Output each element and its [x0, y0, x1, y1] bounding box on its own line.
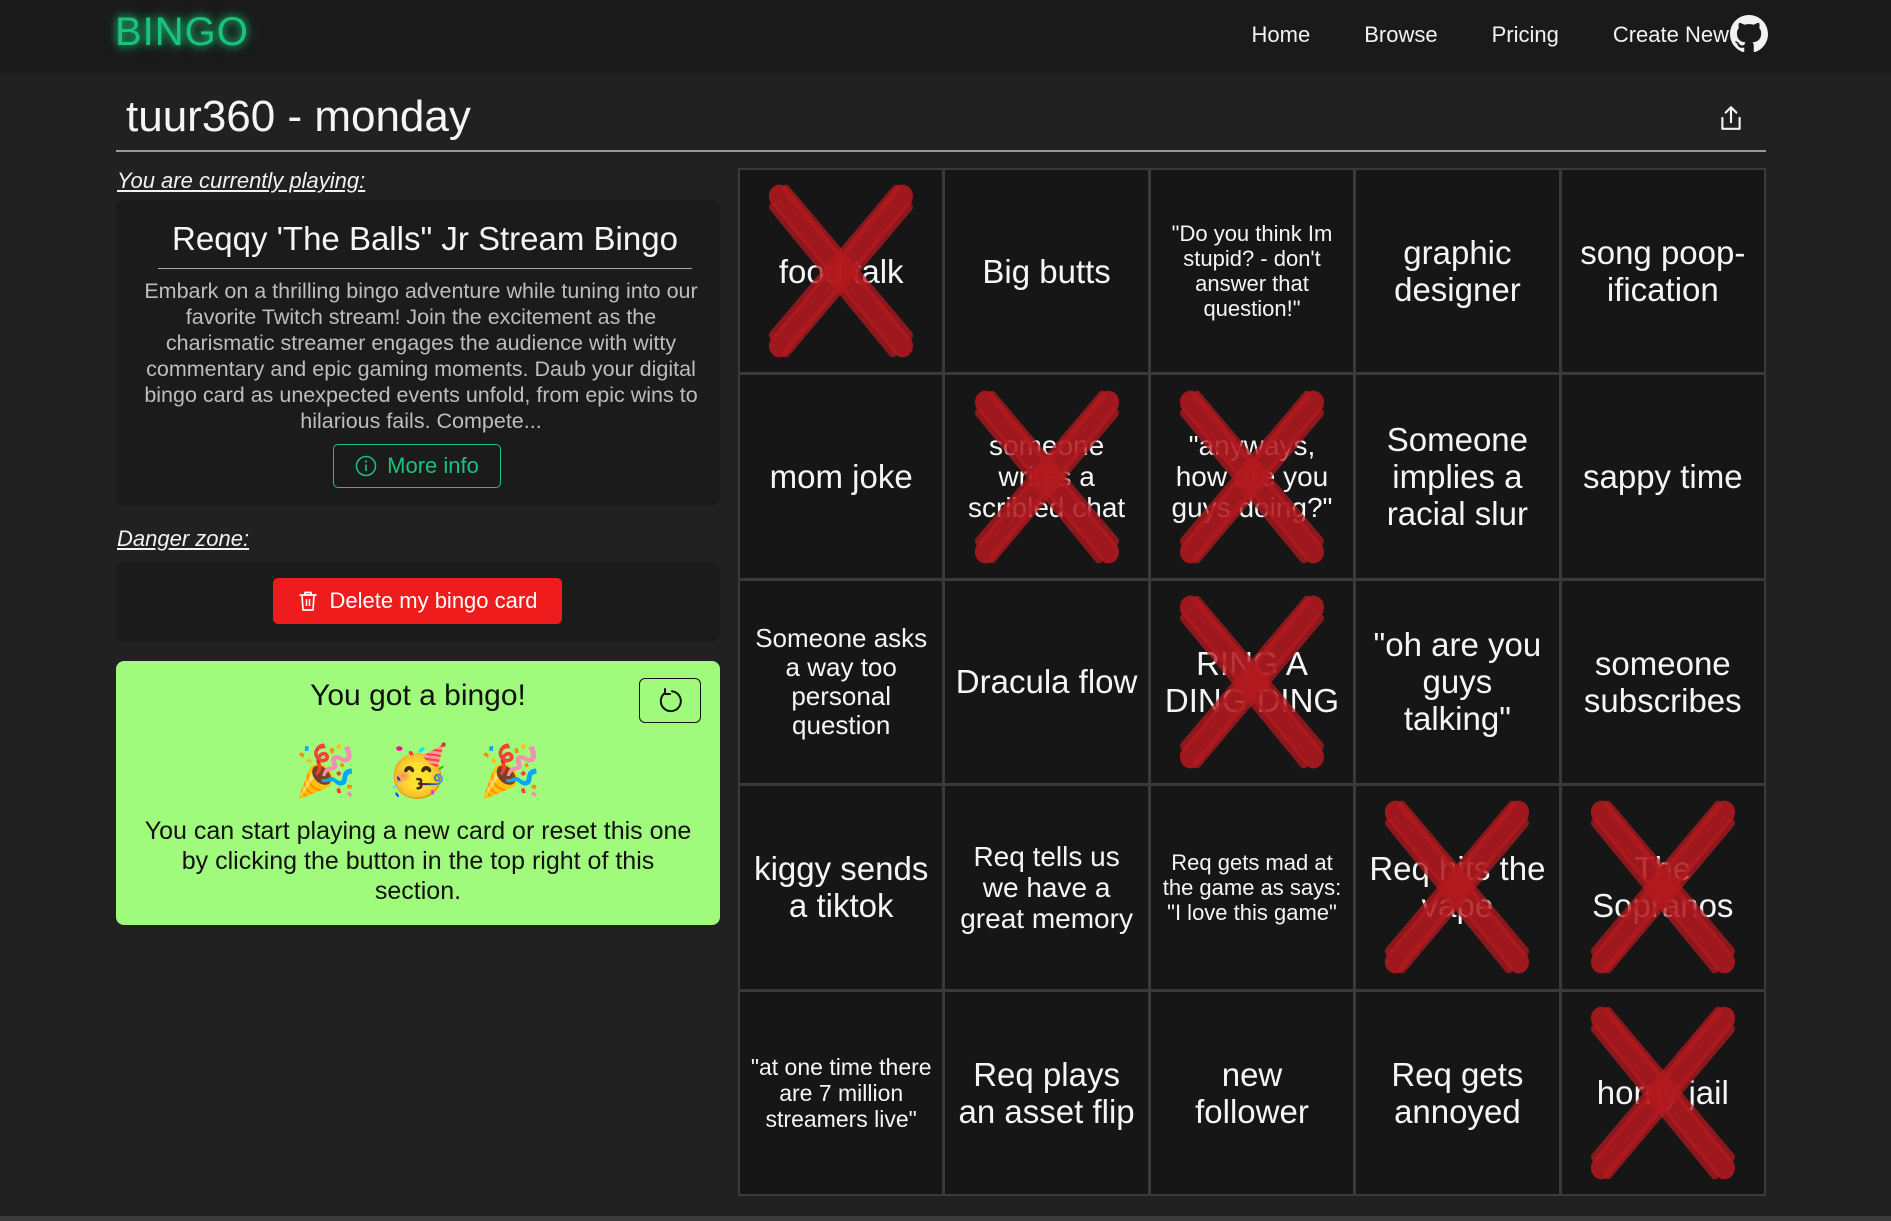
github-icon[interactable]: [1730, 15, 1768, 53]
bingo-message: You can start playing a new card or rese…: [144, 817, 692, 905]
bingo-cell[interactable]: Someone implies a racial slur: [1356, 375, 1559, 578]
bingo-cell-text: "oh are you guys talking": [1373, 626, 1542, 738]
party-popper-icon: 🎉: [479, 743, 542, 799]
bingo-cell[interactable]: horny jail: [1561, 991, 1764, 1194]
bingo-cell-text: Req gets mad at the game as says: "I lov…: [1162, 849, 1342, 925]
bingo-cell[interactable]: "oh are you guys talking": [1356, 580, 1559, 784]
bingo-cell[interactable]: Req gets annoyed: [1356, 991, 1559, 1194]
bingo-cell[interactable]: sappy time: [1561, 375, 1764, 578]
trash-icon: [298, 591, 317, 611]
bingo-cell-text: someone writes a scribled chat: [968, 430, 1126, 524]
bottom-divider: [0, 1216, 1891, 1221]
bingo-cell[interactable]: "Do you think Im stupid? - don't answer …: [1150, 170, 1354, 373]
bingo-cell-text: "at one time there are 7 million streame…: [750, 1053, 932, 1132]
celebration-emojis: 🎉 🥳 🎉: [116, 741, 720, 801]
bingo-cell-text: food talk: [778, 252, 904, 290]
logo[interactable]: BINGO: [115, 10, 249, 55]
bingo-cell-text: Someone asks a way too personal question: [755, 622, 928, 740]
nav-browse[interactable]: Browse: [1364, 22, 1437, 48]
nav-links: Home Browse Pricing Create New: [1198, 0, 1729, 70]
bingo-cell-text: Someone implies a racial slur: [1386, 421, 1529, 533]
bingo-cell-text: mom joke: [769, 458, 913, 496]
reset-icon: [659, 687, 682, 712]
bingo-cell[interactable]: food talk: [740, 170, 943, 373]
bingo-cell[interactable]: Req plays an asset flip: [945, 991, 1148, 1194]
nav-home[interactable]: Home: [1252, 22, 1311, 48]
title-row: tuur360 - monday: [116, 86, 1766, 152]
bingo-cell[interactable]: Req tells us we have a great memory: [945, 786, 1148, 989]
bingo-title: You got a bingo!: [310, 679, 526, 712]
navbar: BINGO Home Browse Pricing Create New: [0, 0, 1891, 70]
reset-card-button[interactable]: [639, 678, 701, 723]
bingo-cell-text: Req hits the vape: [1369, 850, 1546, 925]
party-popper-icon: 🎉: [294, 743, 357, 799]
bingo-cell[interactable]: someone writes a scribled chat: [945, 375, 1148, 578]
bingo-cell-text: "anyways, how are you guys doing?": [1171, 430, 1333, 524]
bingo-cell-text: song poop-ification: [1580, 234, 1746, 309]
bingo-cell[interactable]: Someone asks a way too personal question: [740, 580, 943, 784]
bingo-cell[interactable]: The Sopranos: [1561, 786, 1764, 989]
delete-card-button[interactable]: Delete my bingo card: [273, 578, 562, 624]
bingo-cell-text: "Do you think Im stupid? - don't answer …: [1171, 221, 1333, 322]
bingo-cell-text: graphic designer: [1394, 234, 1521, 309]
bingo-cell-text: Big butts: [982, 252, 1111, 290]
bingo-cell[interactable]: RING A DING DING: [1150, 580, 1354, 784]
bingo-cell-text: someone subscribes: [1583, 644, 1742, 719]
bingo-grid: food talk Big butts "Do you think Im stupi…: [738, 168, 1766, 1196]
delete-card-label: Delete my bingo card: [329, 588, 538, 613]
bingo-cell-text: Req tells us we have a great memory: [960, 840, 1133, 934]
bingo-cell-text: kiggy sends a tiktok: [754, 850, 929, 925]
bingo-cell-text: Dracula flow: [955, 663, 1138, 701]
bingo-cell[interactable]: "anyways, how are you guys doing?": [1150, 375, 1354, 578]
share-icon[interactable]: [1718, 104, 1744, 132]
bingo-cell[interactable]: "at one time there are 7 million streame…: [740, 991, 943, 1194]
bingo-cell-text: horny jail: [1596, 1074, 1729, 1112]
bingo-cell[interactable]: Dracula flow: [945, 580, 1148, 784]
nav-pricing[interactable]: Pricing: [1492, 22, 1559, 48]
game-description: Embark on a thrilling bingo adventure wh…: [144, 279, 698, 433]
playing-card: Reqqy 'The Balls" Jr Stream Bingo Embark…: [116, 200, 720, 506]
bingo-cell[interactable]: song poop-ification: [1561, 170, 1764, 373]
bingo-cell-text: Req plays an asset flip: [958, 1055, 1135, 1130]
bingo-cell[interactable]: Req gets mad at the game as says: "I lov…: [1150, 786, 1354, 989]
more-info-label: More info: [387, 453, 479, 478]
game-title: Reqqy 'The Balls" Jr Stream Bingo: [158, 220, 692, 269]
page-title: tuur360 - monday: [126, 92, 471, 141]
partying-face-icon: 🥳: [386, 743, 450, 799]
nav-create-new[interactable]: Create New: [1613, 22, 1729, 48]
bingo-cell[interactable]: new follower: [1150, 991, 1354, 1194]
danger-zone-label: Danger zone:: [117, 526, 250, 551]
bingo-cell-text: RING A DING DING: [1164, 644, 1340, 719]
bingo-cell[interactable]: graphic designer: [1356, 170, 1559, 373]
bingo-cell-text: Req gets annoyed: [1391, 1055, 1524, 1130]
more-info-button[interactable]: More info: [333, 444, 501, 488]
currently-playing-label: You are currently playing:: [117, 168, 366, 193]
bingo-notice: You got a bingo! 🎉 🥳 🎉 You can start pla…: [116, 661, 720, 925]
bingo-cell[interactable]: someone subscribes: [1561, 580, 1764, 784]
bingo-cell[interactable]: kiggy sends a tiktok: [740, 786, 943, 989]
bingo-cell-text: new follower: [1195, 1055, 1309, 1130]
danger-card: Delete my bingo card: [116, 562, 720, 642]
bingo-cell-text: The Sopranos: [1592, 850, 1734, 925]
info-icon: [355, 455, 377, 477]
bingo-cell[interactable]: mom joke: [740, 375, 943, 578]
bingo-cell[interactable]: Req hits the vape: [1356, 786, 1559, 989]
bingo-cell[interactable]: Big butts: [945, 170, 1148, 373]
bingo-cell-text: sappy time: [1583, 458, 1743, 496]
